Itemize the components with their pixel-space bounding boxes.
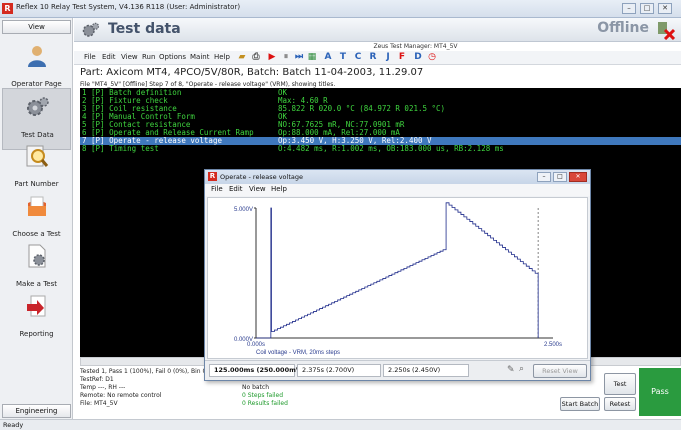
toolbar-d-button[interactable]: D bbox=[412, 52, 424, 64]
app-title: Reflex 10 Relay Test System, V4.136 R118… bbox=[16, 3, 241, 11]
sidebar-item-label: Choose a Test bbox=[12, 230, 61, 238]
clock-icon[interactable]: ◷ bbox=[426, 52, 438, 64]
marker-b-readout: 2.250s (2.450V) bbox=[383, 364, 469, 377]
app-logo-icon: R bbox=[2, 3, 13, 14]
voltage-plot[interactable]: 5.000V 0.000V 0.000s 2.500s Coil voltage - V… bbox=[207, 197, 588, 359]
menu-edit[interactable]: Edit bbox=[229, 185, 243, 193]
print-icon[interactable]: ⎙ bbox=[250, 52, 262, 64]
x-axis-label: Coil voltage - VRM, 20ms steps bbox=[256, 350, 340, 356]
minimize-button[interactable]: – bbox=[622, 3, 636, 14]
pass-indicator: Pass bbox=[639, 368, 681, 416]
document-gear-icon bbox=[28, 244, 46, 268]
x-tick-label: 2.500s bbox=[544, 342, 562, 348]
status-text: Ready bbox=[3, 421, 24, 429]
pause-icon[interactable]: ⏸ bbox=[280, 52, 292, 64]
open-folder-icon[interactable]: ▰ bbox=[236, 52, 248, 64]
test-manager-label: Zeus Test Manager: MT4_5V bbox=[373, 43, 458, 50]
sidebar-item-label: Operator Page bbox=[11, 80, 62, 88]
file-status-line: File "MT4_5V" [Offline] Step 7 of 8, "Op… bbox=[80, 81, 336, 88]
step-result: O:4.482 ms, R:1.002 ms, OB:183.000 us, R… bbox=[278, 144, 504, 153]
plot-window-footer: 125.000ms (250.000mV) 2.375s (2.700V) 2.… bbox=[205, 360, 590, 380]
file-name: File: MT4_5V bbox=[80, 400, 118, 407]
y-tick-label: 5.000V bbox=[234, 207, 253, 213]
toolbar-t-button[interactable]: T bbox=[337, 52, 349, 64]
steps-failed: 0 Steps failed bbox=[242, 392, 284, 399]
sidebar-item-label: Make a Test bbox=[16, 280, 57, 288]
app-titlebar: R Reflex 10 Relay Test System, V4.136 R1… bbox=[0, 0, 681, 18]
plot-window[interactable]: R Operate - release voltage – □ ✕ File E… bbox=[204, 169, 591, 381]
temperature-humidity: Temp ---, RH --- bbox=[80, 384, 126, 391]
part-label: Part: Axicom MT4, 4PCO/5V/80R, Batch: Ba… bbox=[80, 67, 424, 78]
report-icon bbox=[27, 295, 46, 317]
restore-button[interactable]: □ bbox=[640, 3, 654, 14]
menubar: File Edit View Run Options Maint Help ▰ … bbox=[74, 51, 681, 65]
menu-run[interactable]: Run bbox=[142, 53, 155, 61]
plot-window-title: Operate - release voltage bbox=[220, 173, 303, 181]
operator-icon bbox=[28, 46, 46, 67]
toolbar-r-button[interactable]: R bbox=[367, 52, 379, 64]
toolbar-c-button[interactable]: C bbox=[352, 52, 364, 64]
minimize-button[interactable]: – bbox=[537, 172, 551, 182]
clipboard-icon bbox=[28, 196, 46, 216]
test-button[interactable]: Test bbox=[604, 373, 636, 395]
sidebar-item-label: Reporting bbox=[19, 330, 54, 338]
test-counts: Tested 1, Pass 1 (100%), Fail 0 (0%), Bi… bbox=[80, 368, 207, 375]
engineering-tab[interactable]: Engineering bbox=[2, 404, 71, 418]
voltage-series-line bbox=[256, 202, 539, 339]
step-name: 8 [P] Timing test bbox=[82, 144, 159, 153]
magnifier-icon[interactable]: ⌕ bbox=[519, 364, 524, 374]
batch-status: No batch bbox=[242, 384, 270, 391]
results-failed: 0 Results failed bbox=[242, 400, 288, 407]
close-button[interactable]: ✕ bbox=[658, 3, 672, 14]
grid-icon[interactable]: ▦ bbox=[306, 52, 318, 64]
close-button[interactable]: ✕ bbox=[569, 172, 587, 182]
cursor-readout: 125.000ms (250.000mV) bbox=[209, 364, 304, 377]
step-icon[interactable]: ⏭ bbox=[293, 52, 305, 64]
menu-view[interactable]: View bbox=[249, 185, 266, 193]
reset-view-button[interactable]: Reset View bbox=[533, 364, 587, 378]
menu-file[interactable]: File bbox=[211, 185, 223, 193]
step-result: 85.822 R 020.0 °C (84.972 R 021.5 °C) bbox=[278, 104, 446, 113]
remote-status: Remote: No remote control bbox=[80, 392, 162, 399]
status-bar: Ready bbox=[0, 419, 681, 430]
toolbar-a-button[interactable]: A bbox=[322, 52, 334, 64]
gears-icon bbox=[82, 22, 100, 37]
menu-help[interactable]: Help bbox=[214, 53, 230, 61]
menu-edit[interactable]: Edit bbox=[102, 53, 116, 61]
sidebar: View Operator Page Test Data Part Number… bbox=[0, 18, 73, 419]
menu-file[interactable]: File bbox=[84, 53, 96, 61]
gears-icon bbox=[27, 97, 49, 116]
voltage-chart[interactable]: 5.000V0.000V0.000s 2.500sCoil voltage - V… bbox=[208, 198, 587, 358]
pen-icon[interactable]: ✎ bbox=[507, 365, 515, 375]
restore-button[interactable]: □ bbox=[553, 172, 567, 182]
sidebar-item-reporting[interactable]: Reporting bbox=[2, 288, 71, 350]
plot-window-titlebar[interactable]: R Operate - release voltage – □ ✕ bbox=[205, 170, 590, 184]
plot-window-menubar: File Edit View Help bbox=[205, 184, 590, 196]
start-batch-button[interactable]: Start Batch bbox=[560, 397, 600, 411]
test-ref: TestRef: D1 bbox=[80, 376, 114, 383]
retest-button[interactable]: Retest bbox=[604, 397, 636, 411]
toolbar-f-button[interactable]: F bbox=[396, 52, 408, 64]
console-row[interactable]: 1 [P] Batch definition OK bbox=[80, 89, 681, 97]
offline-plug-icon bbox=[658, 22, 675, 40]
main-header: Test data Offline bbox=[74, 18, 681, 42]
menu-options[interactable]: Options bbox=[159, 53, 186, 61]
console-row[interactable]: 8 [P] Timing test O:4.482 ms, R:1.002 ms,… bbox=[80, 145, 681, 153]
toolbar-j-button[interactable]: J bbox=[382, 52, 394, 64]
run-icon[interactable]: ▶ bbox=[266, 52, 278, 64]
app-logo-icon: R bbox=[208, 172, 217, 181]
menu-maint[interactable]: Maint bbox=[190, 53, 209, 61]
x-tick-label: 0.000s bbox=[247, 342, 265, 348]
sidebar-item-label: Part Number bbox=[14, 180, 59, 188]
menu-view[interactable]: View bbox=[121, 53, 138, 61]
magnifier-icon bbox=[26, 145, 49, 167]
marker-a-readout: 2.375s (2.700V) bbox=[297, 364, 381, 377]
menu-help[interactable]: Help bbox=[271, 185, 287, 193]
page-title: Test data bbox=[108, 21, 181, 37]
view-tab[interactable]: View bbox=[2, 20, 71, 34]
connection-status: Offline bbox=[597, 20, 649, 36]
